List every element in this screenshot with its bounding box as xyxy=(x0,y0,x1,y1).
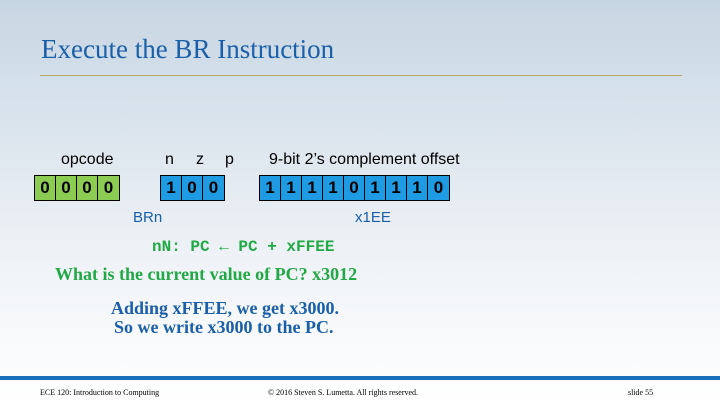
nzp-bit: 0 xyxy=(203,176,224,200)
opcode-bit: 0 xyxy=(35,176,56,200)
nzp-bit: 1 xyxy=(161,176,182,200)
offset-bit: 0 xyxy=(428,176,449,200)
opcode-bit: 0 xyxy=(77,176,98,200)
nzp-bit: 0 xyxy=(182,176,203,200)
offset-bit: 1 xyxy=(407,176,428,200)
question-text: What is the current value of PC? x3012 xyxy=(55,264,358,284)
offset-bit: 1 xyxy=(281,176,302,200)
answer-line-1: Adding xFFEE, we get x3000. xyxy=(111,298,340,318)
label-z: z xyxy=(196,151,204,168)
title-divider xyxy=(40,75,682,76)
label-n: n xyxy=(165,151,174,168)
slide-title: Execute the BR Instruction xyxy=(41,34,335,64)
offset-bit: 1 xyxy=(365,176,386,200)
footer-copyright: © 2016 Steven S. Lumetta. All rights res… xyxy=(268,388,419,397)
opcode-bits: 0 0 0 0 xyxy=(34,175,120,201)
offset-bit: 1 xyxy=(260,176,281,200)
opcode-bit: 0 xyxy=(56,176,77,200)
brn-label: BRn xyxy=(133,209,163,226)
answer-line-2: So we write x3000 to the PC. xyxy=(114,317,334,337)
label-opcode: opcode xyxy=(61,151,114,168)
offset-bit: 0 xyxy=(344,176,365,200)
offset-bits: 1 1 1 1 0 1 1 1 0 xyxy=(259,175,450,201)
nzp-bits: 1 0 0 xyxy=(160,175,225,201)
footer-bar xyxy=(0,376,720,380)
footer-course: ECE 120: Introduction to Computing xyxy=(40,388,160,397)
label-p: p xyxy=(225,151,234,168)
offset-bit: 1 xyxy=(302,176,323,200)
offset-bit: 1 xyxy=(386,176,407,200)
footer-slide-number: slide 55 xyxy=(628,388,654,397)
opcode-bit: 0 xyxy=(98,176,119,200)
label-offset: 9-bit 2’s complement offset xyxy=(269,151,460,168)
offset-bit: 1 xyxy=(323,176,344,200)
rtl-statement: nN: PC ← PC + xFFEE xyxy=(152,238,335,256)
offset-hex-label: x1EE xyxy=(355,209,391,226)
